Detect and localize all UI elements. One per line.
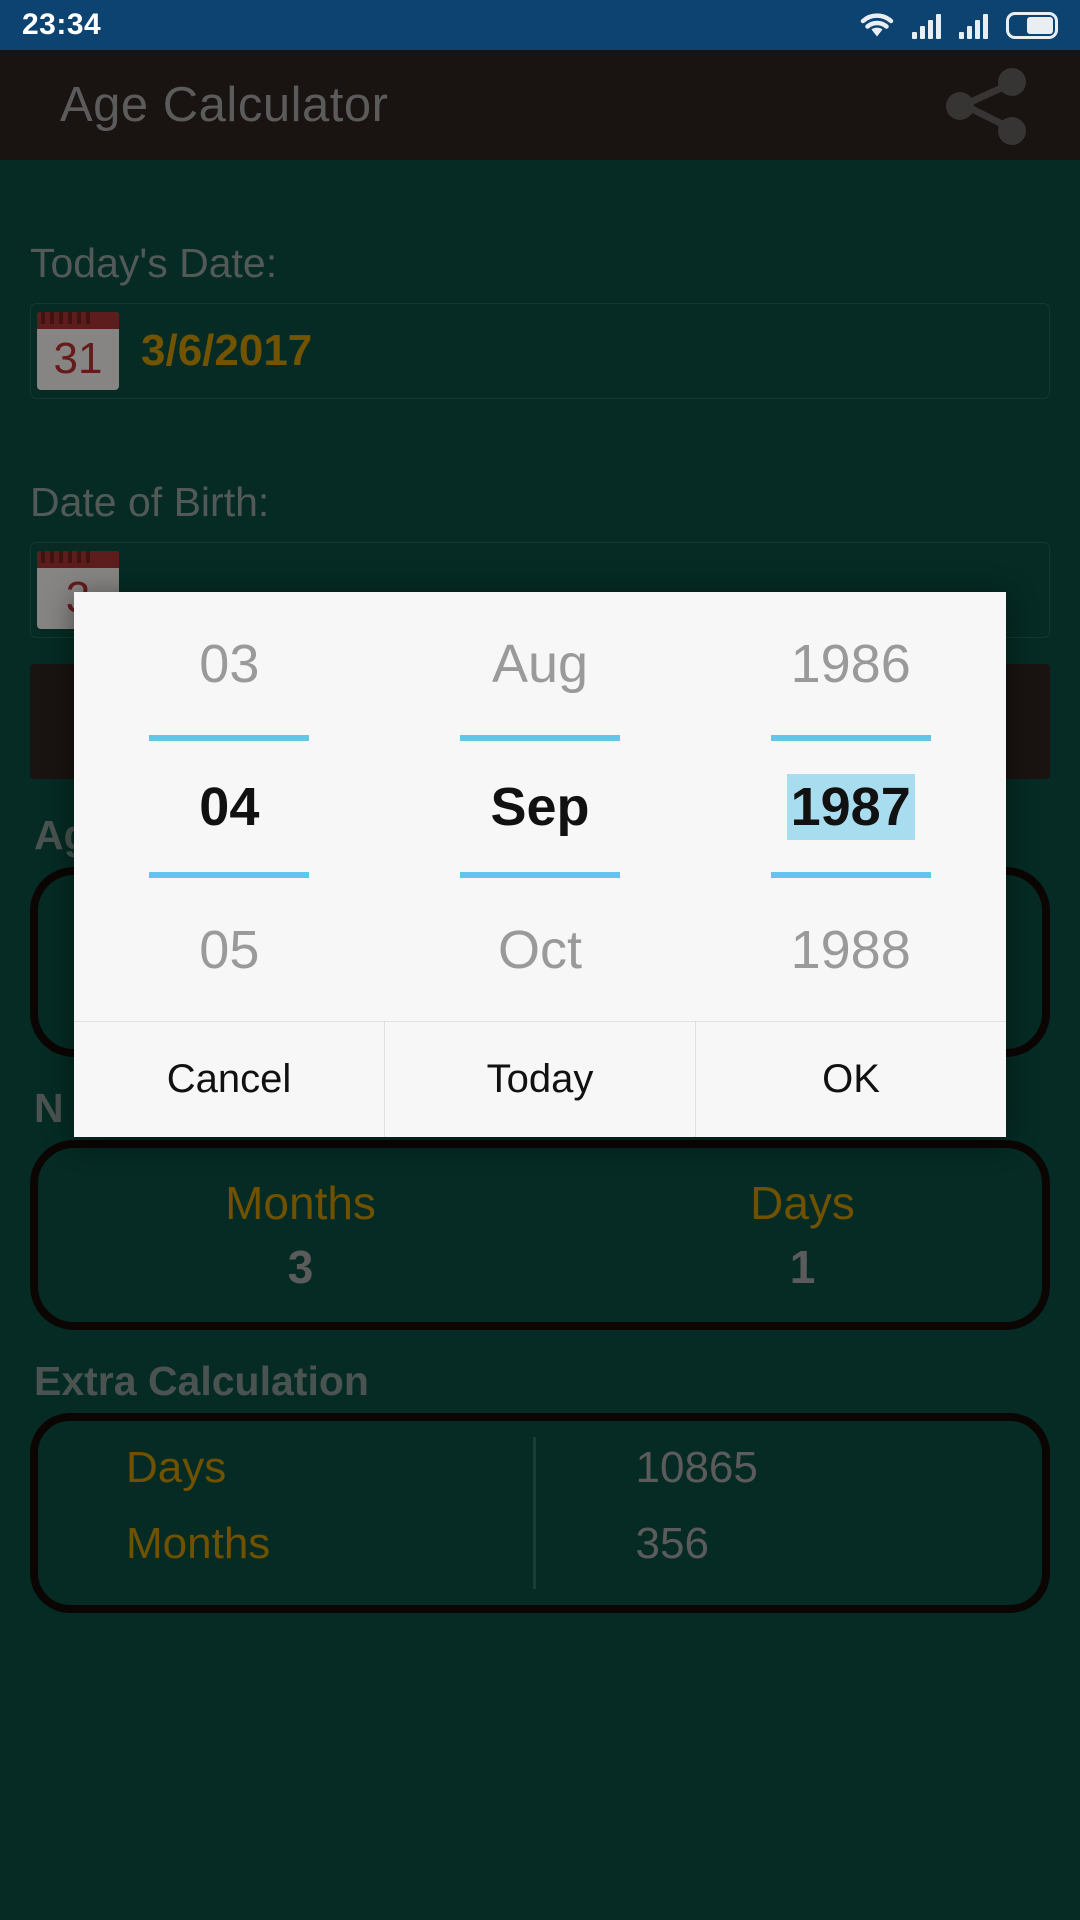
date-picker-spinners: 03 04 05 Aug Sep Oct 1986 1987 1988 [74,592,1006,1021]
day-next-value: 05 [199,919,260,980]
status-bar: 23:34 [0,0,1080,50]
day-spinner[interactable]: 03 04 05 [74,592,385,1021]
battery-icon [1006,11,1058,39]
year-spinner[interactable]: 1986 1987 1988 [695,592,1006,1021]
day-prev-row[interactable]: 03 [74,592,385,735]
year-next-row[interactable]: 1988 [695,878,1006,1021]
year-divider-top [770,735,931,741]
wifi-icon [860,13,894,37]
today-button[interactable]: Today [385,1022,696,1137]
year-prev-value: 1986 [790,633,911,694]
month-selected-value: Sep [490,776,590,837]
cancel-button[interactable]: Cancel [74,1022,385,1137]
year-next-value: 1988 [790,919,911,980]
status-icons [860,11,1058,39]
status-clock: 23:34 [22,8,102,41]
month-prev-row[interactable]: Aug [385,592,696,735]
ok-button[interactable]: OK [696,1022,1006,1137]
year-selected-row[interactable]: 1987 [695,735,1006,878]
dialog-button-row: Cancel Today OK [74,1021,1006,1137]
month-next-value: Oct [498,919,583,980]
year-prev-row[interactable]: 1986 [695,592,1006,735]
signal-icon [959,11,988,39]
signal-icon [912,11,941,39]
day-selected-row[interactable]: 04 [74,735,385,878]
date-picker-dialog: 03 04 05 Aug Sep Oct 1986 1987 1988 Canc… [74,592,1006,1137]
month-spinner[interactable]: Aug Sep Oct [385,592,696,1021]
day-prev-value: 03 [199,633,260,694]
month-divider-top [460,735,620,741]
phone-screen: 23:34 Age Calculator Today's Date: 31 3/… [0,0,1080,1920]
day-next-row[interactable]: 05 [74,878,385,1021]
day-divider-top [149,735,310,741]
day-selected-value: 04 [199,776,260,837]
year-selected-value[interactable]: 1987 [786,773,915,840]
month-selected-row[interactable]: Sep [385,735,696,878]
month-next-row[interactable]: Oct [385,878,696,1021]
month-prev-value: Aug [491,633,589,694]
